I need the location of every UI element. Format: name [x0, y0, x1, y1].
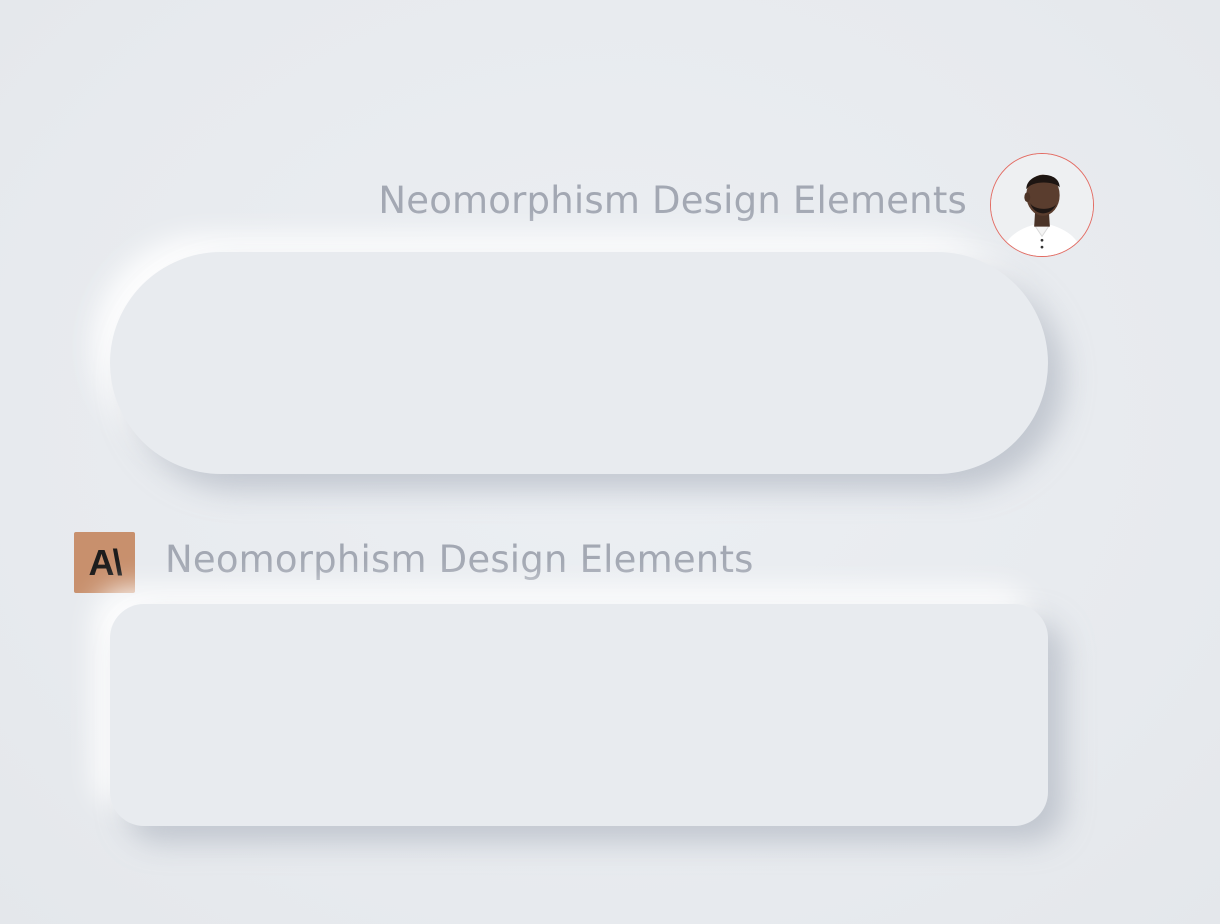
brand-logo-icon: A\ [74, 532, 135, 593]
page-canvas: Neomorphism Design Elements A\ Neomorphi… [0, 0, 1220, 924]
section-two-title: Neomorphism Design Elements [165, 538, 754, 581]
neomorphic-rounded-card[interactable] [110, 604, 1048, 826]
avatar-icon [991, 154, 1093, 256]
section-one-title: Neomorphism Design Elements [378, 179, 967, 222]
user-avatar[interactable] [990, 153, 1094, 257]
neomorphic-pill-card[interactable] [110, 252, 1048, 474]
